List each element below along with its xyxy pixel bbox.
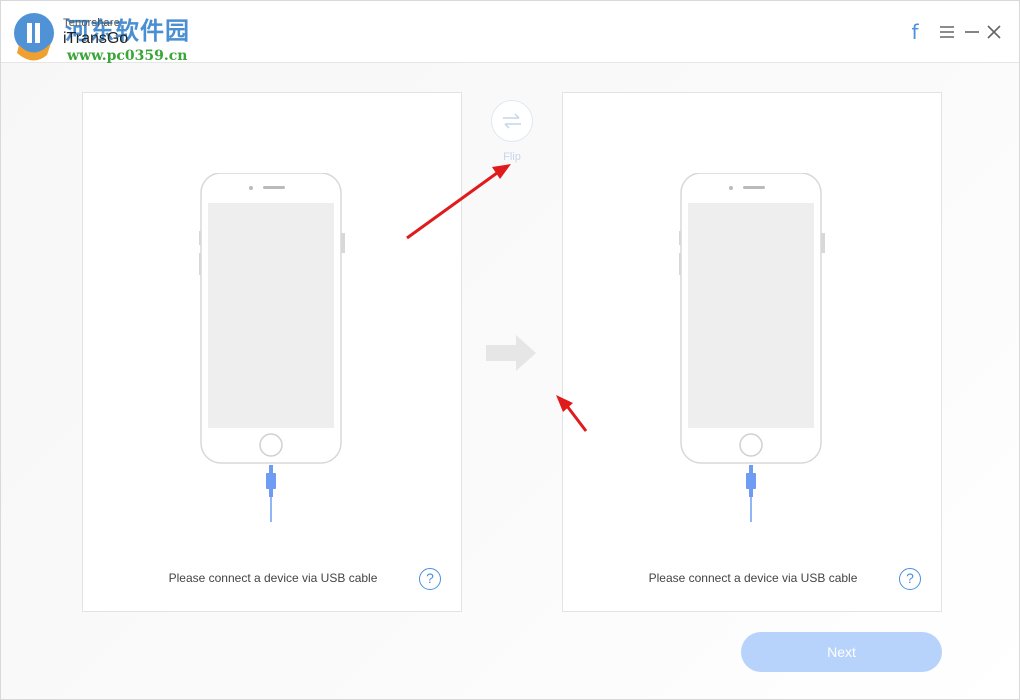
next-button[interactable]: Next xyxy=(741,632,942,672)
connect-device-message: Please connect a device via USB cable xyxy=(168,571,378,585)
phone-illustration-icon xyxy=(679,173,825,522)
close-icon[interactable] xyxy=(983,19,1005,45)
app-window: 河东软件园 Tenorshare iTransGo www.pc0359.cn … xyxy=(0,0,1020,700)
right-arrow-icon xyxy=(486,335,536,371)
swap-arrows-icon xyxy=(503,113,521,129)
facebook-icon[interactable]: f xyxy=(904,19,926,45)
brand-name: Tenorshare xyxy=(63,17,121,29)
connect-device-message: Please connect a device via USB cable xyxy=(648,571,858,585)
help-icon[interactable]: ? xyxy=(419,568,441,590)
flip-button[interactable] xyxy=(491,100,533,142)
source-device-panel: Please connect a device via USB cable ? xyxy=(82,92,462,612)
watermark-url: www.pc0359.cn xyxy=(67,48,188,64)
flip-label: Flip xyxy=(503,151,521,163)
title-bar: 河东软件园 Tenorshare iTransGo www.pc0359.cn … xyxy=(1,1,1019,64)
target-device-panel: Please connect a device via USB cable ? xyxy=(562,92,942,612)
phone-illustration-icon xyxy=(199,173,345,522)
app-logo-icon xyxy=(14,13,54,61)
help-icon[interactable]: ? xyxy=(899,568,921,590)
minimize-icon[interactable] xyxy=(961,19,983,45)
app-name: iTransGo xyxy=(63,30,129,47)
hamburger-menu-icon[interactable] xyxy=(936,19,958,45)
